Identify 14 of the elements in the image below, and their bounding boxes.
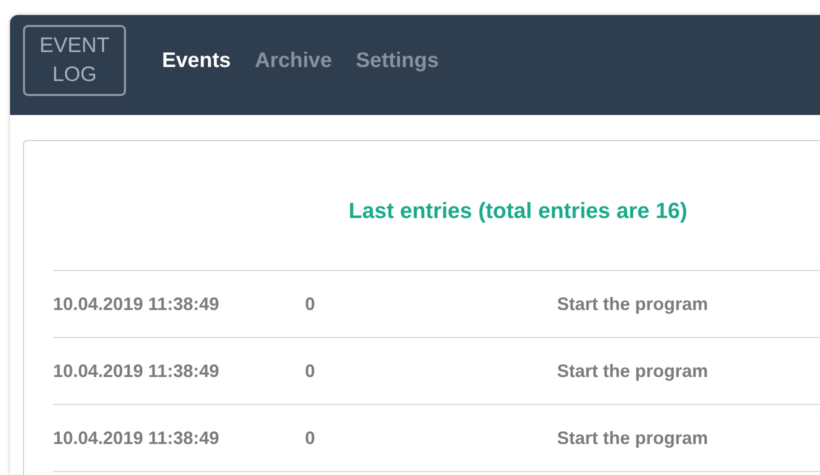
time-cell-text: 10.04.2019 11:38:49: [53, 294, 220, 314]
nav-tab[interactable]: Events: [162, 49, 231, 73]
panel-title: Last entries (total entries are 16): [348, 198, 688, 224]
code-cell-text: 0: [305, 428, 316, 448]
message-cell: Start the program: [557, 428, 708, 448]
code-cell-text: 0: [305, 294, 316, 314]
time-cell-text: 10.04.2019 11:38:49: [53, 428, 220, 448]
nav-tab[interactable]: Settings: [356, 49, 439, 73]
message-cell: Start the program: [557, 294, 708, 314]
code-cell-text: 0: [305, 360, 316, 382]
nav-tab[interactable]: Archive: [254, 49, 332, 73]
logo: EVENT LOG: [23, 24, 126, 96]
message-cell: Start the program: [557, 360, 708, 382]
time-cell-text: 10.04.2019 11:38:49: [53, 360, 220, 382]
